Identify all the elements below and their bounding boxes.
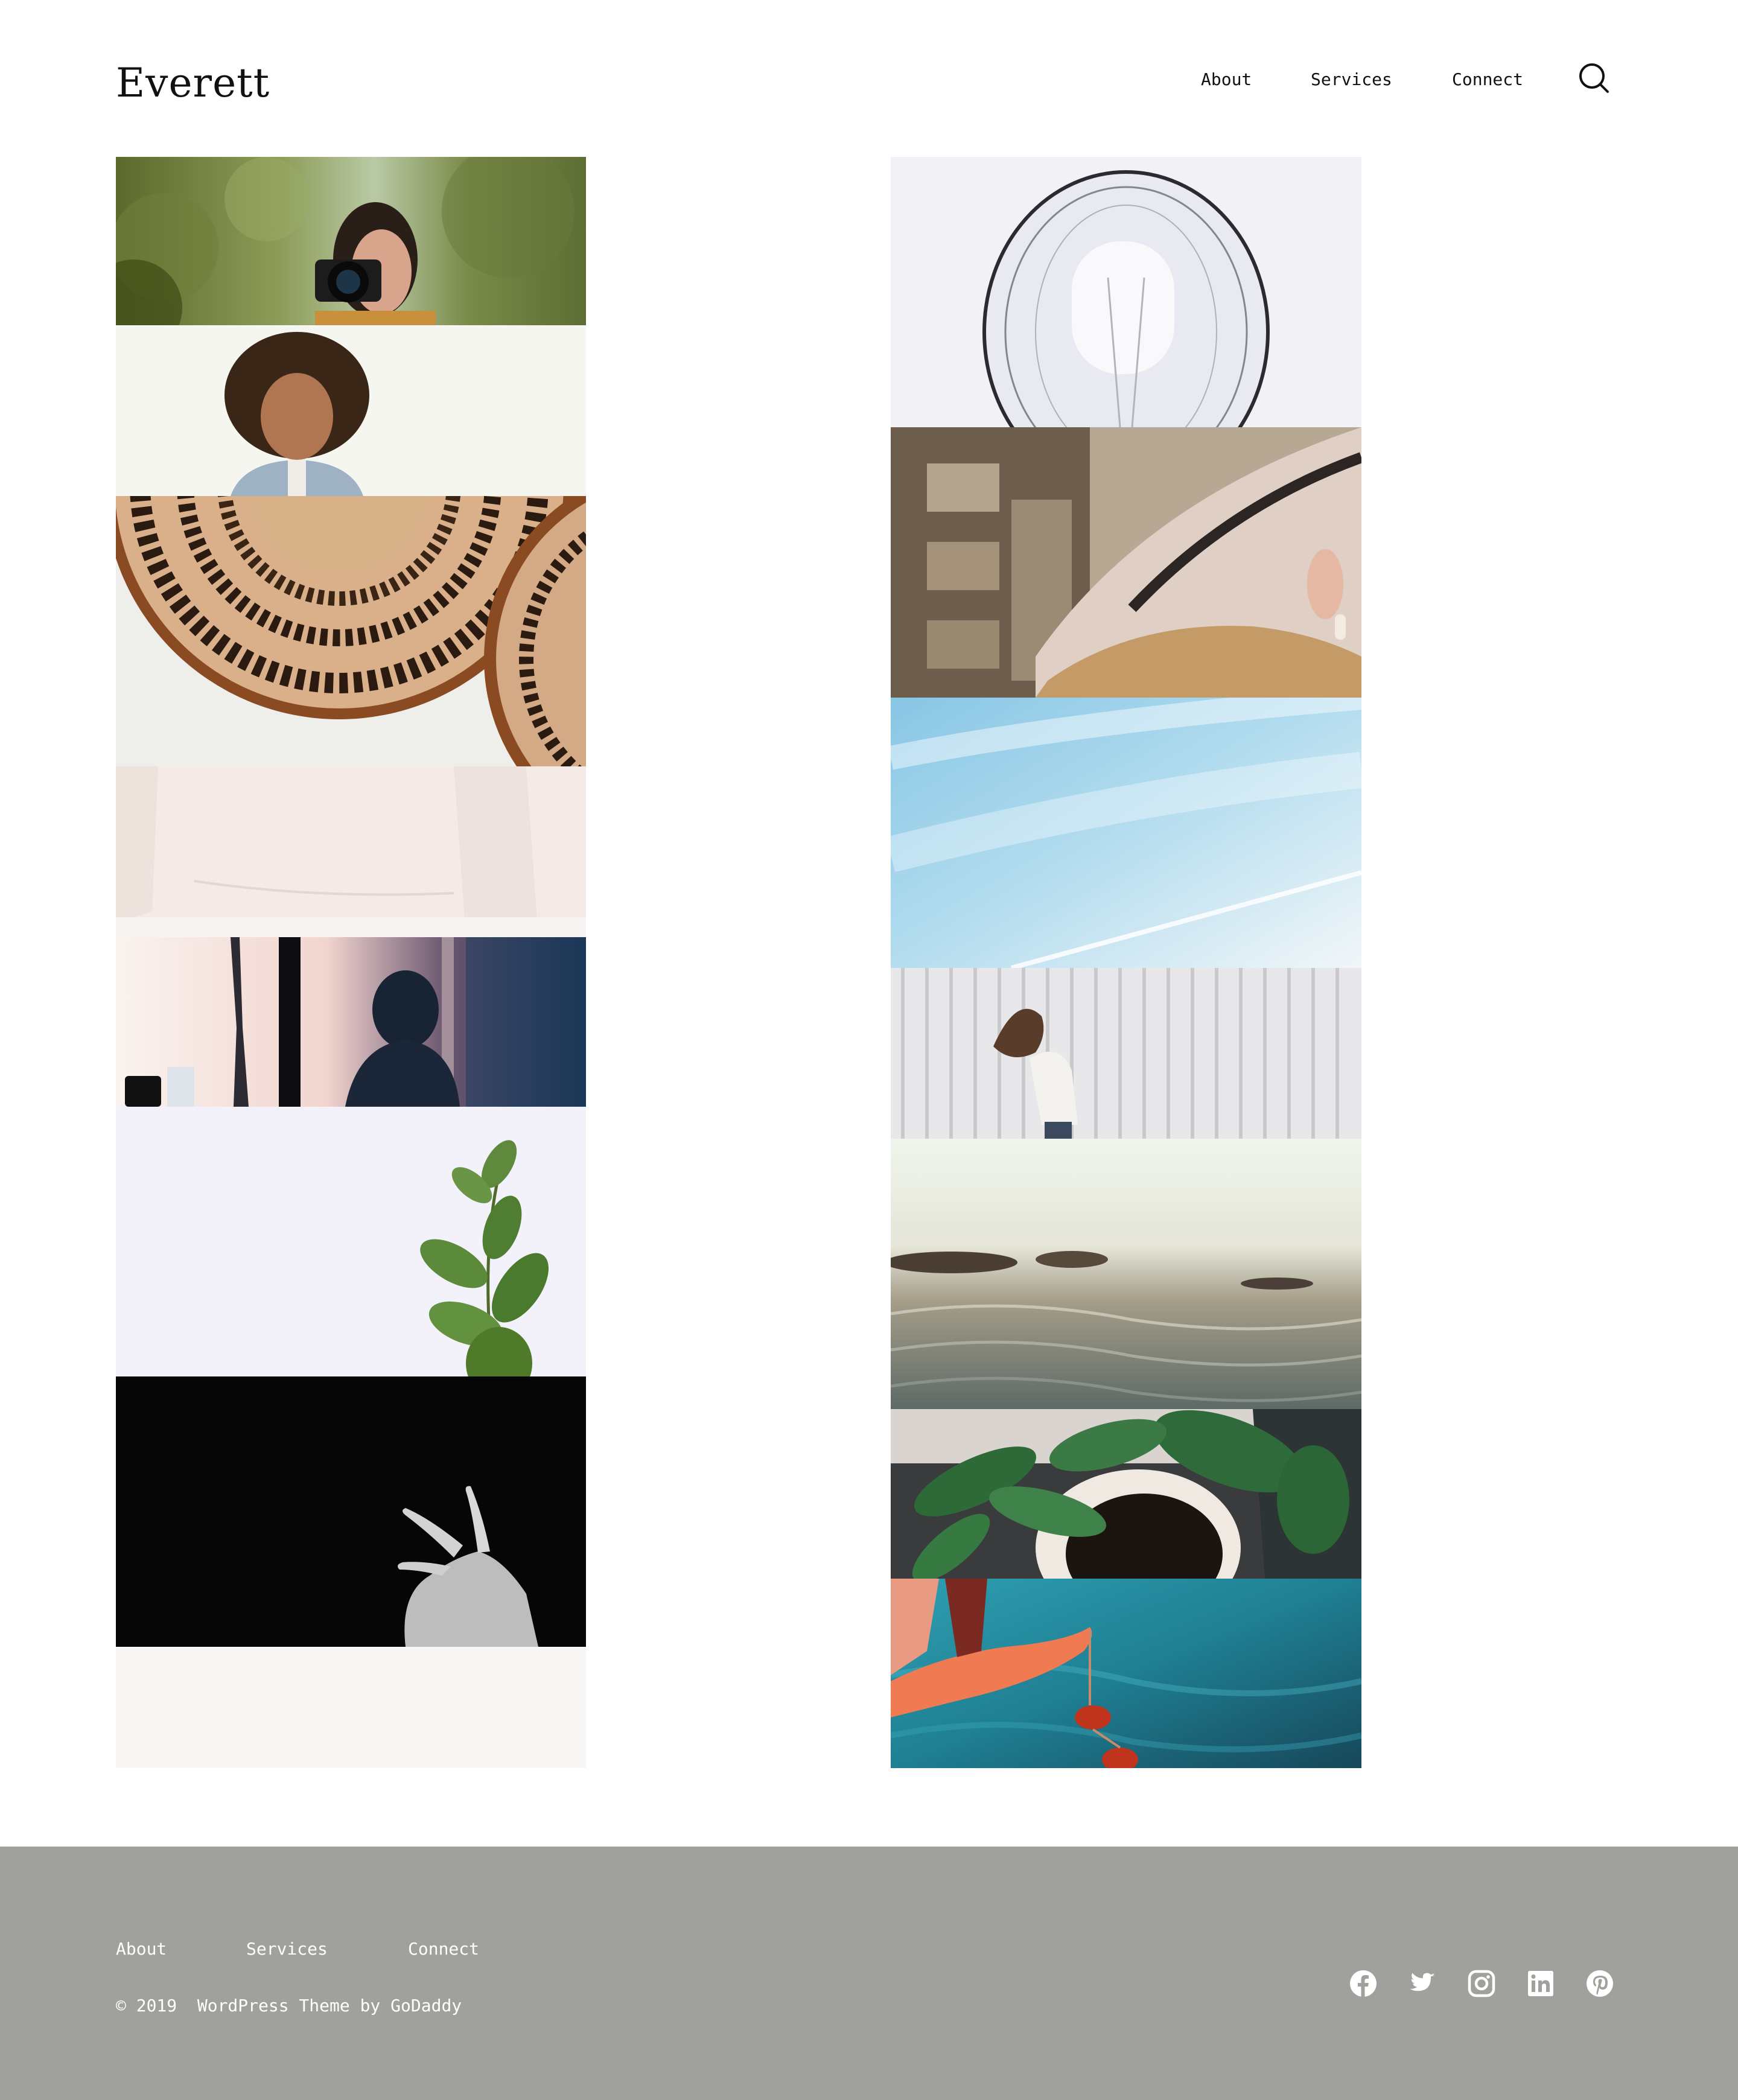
gallery-image-hand-with-sunglasses[interactable]	[891, 1579, 1361, 1768]
nav-connect[interactable]: Connect	[1452, 68, 1523, 92]
gallery-image-woven-baskets[interactable]	[116, 496, 586, 766]
gallery-image-sea-at-sunset[interactable]	[891, 1139, 1361, 1409]
gallery-image-leaves-and-coffee-cup[interactable]	[891, 1409, 1361, 1579]
woven-baskets-photo	[116, 496, 586, 766]
footer-link-connect[interactable]: Connect	[408, 1937, 479, 1961]
glass-bubble-photo	[891, 157, 1361, 427]
gallery-image-silhouette-by-window[interactable]	[116, 937, 586, 1107]
leaves-and-coffee-cup-photo	[891, 1409, 1361, 1579]
gallery-image-blank-light[interactable]	[116, 1647, 586, 1768]
linkedin-icon	[1528, 1971, 1553, 1996]
instagram-icon	[1468, 1970, 1495, 1997]
nav-about[interactable]: About	[1201, 68, 1252, 92]
hand-with-sunglasses-photo	[891, 1579, 1361, 1768]
site-title[interactable]: Everett	[116, 59, 270, 107]
search-button[interactable]	[1576, 60, 1612, 97]
gallery-image-woman-in-hat[interactable]	[891, 427, 1361, 698]
gallery-image-sky-with-contrail[interactable]	[891, 698, 1361, 968]
woman-flipping-hair-photo	[891, 968, 1361, 1139]
gallery-image-woman-flipping-hair[interactable]	[891, 968, 1361, 1139]
facebook-icon	[1350, 1970, 1377, 1997]
silhouette-by-window-photo	[116, 937, 586, 1107]
woman-in-hat-photo	[891, 427, 1361, 698]
social-twitter[interactable]	[1407, 1968, 1437, 1999]
pinterest-icon	[1587, 1970, 1613, 1997]
footer-link-about[interactable]: About	[116, 1937, 167, 1961]
eucalyptus-branch-photo	[116, 1107, 586, 1376]
blank-light-photo	[116, 1647, 586, 1768]
gallery-image-eucalyptus-branch[interactable]	[116, 1107, 586, 1376]
smiling-child-photo	[116, 326, 586, 496]
gallery-image-smiling-child[interactable]	[116, 326, 586, 496]
nav-services[interactable]: Services	[1311, 68, 1392, 92]
gallery-image-cream-sweater[interactable]	[116, 766, 586, 937]
sea-at-sunset-photo	[891, 1139, 1361, 1409]
gallery-image-glass-bubble[interactable]	[891, 157, 1361, 427]
social-pinterest[interactable]	[1585, 1968, 1615, 1999]
social-linkedin[interactable]	[1526, 1968, 1556, 1999]
sky-with-contrail-photo	[891, 698, 1361, 968]
gallery-image-hand-on-black[interactable]	[116, 1376, 586, 1647]
search-icon	[1579, 63, 1609, 93]
gallery-image-woman-with-camera[interactable]	[116, 157, 586, 325]
hand-on-black-photo	[116, 1376, 586, 1647]
social-instagram[interactable]	[1466, 1968, 1497, 1999]
copyright-text: © 2019 WordPress Theme by GoDaddy	[116, 1996, 462, 2016]
site-footer: About Services Connect © 2019 WordPress …	[0, 1847, 1738, 2100]
cream-sweater-photo	[116, 766, 586, 937]
social-facebook[interactable]	[1348, 1968, 1378, 1999]
twitter-icon	[1410, 1973, 1435, 1991]
woman-with-camera-photo	[116, 157, 586, 325]
footer-link-services[interactable]: Services	[246, 1937, 328, 1961]
